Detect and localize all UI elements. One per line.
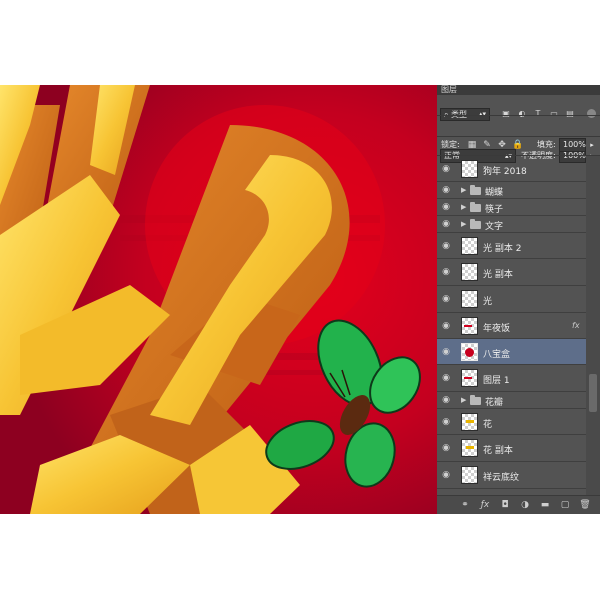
layers-list: ◉ 狗年 2018 ◉ ▶ 蝴蝶 ◉ ▶ 筷子 ◉ ▶ 文字 ◉ 光 副本 2 … — [437, 156, 600, 495]
group-name: 筷子 — [485, 205, 504, 215]
visibility-eye-icon[interactable]: ◉ — [439, 417, 453, 427]
scrollbar-thumb[interactable] — [589, 374, 597, 412]
group-name: 花瓣 — [485, 398, 504, 408]
layers-panel: 图层 ⌕ 类型 ▴▾ ▣ ◐ T ▭ ▤ 正常 ▴▾ 不透明度: 100% ▸ — [437, 85, 600, 514]
visibility-eye-icon[interactable]: ◉ — [439, 267, 453, 277]
layer-row[interactable]: ◉ 年夜饭 fx — [437, 313, 586, 339]
visibility-eye-icon[interactable]: ◉ — [439, 202, 453, 212]
expand-arrow-icon[interactable]: ▶ — [461, 396, 466, 404]
thumb-mark — [466, 420, 474, 423]
layers-scrollbar[interactable] — [586, 156, 600, 495]
visibility-eye-icon[interactable]: ◉ — [439, 395, 453, 405]
visibility-eye-icon[interactable]: ◉ — [439, 321, 453, 331]
lock-position-icon[interactable]: ✥ — [497, 140, 507, 150]
layer-row[interactable]: ◉ 祥云底纹 — [437, 462, 586, 489]
layer-thumbnail — [461, 466, 478, 484]
layer-group-row[interactable]: ◉ ▶ 筷子 — [437, 199, 586, 216]
layer-group-row[interactable]: ◉ ▶ 花瓣 — [437, 392, 586, 409]
layer-name: 图层 1 — [483, 376, 510, 386]
layer-row[interactable]: ◉ 狗年 2018 — [437, 156, 586, 182]
lock-all-icon[interactable]: 🔒 — [512, 140, 523, 150]
document-canvas[interactable] — [0, 85, 437, 514]
layer-thumbnail — [461, 263, 478, 281]
trash-icon[interactable]: 🗑 — [579, 499, 591, 511]
group-name: 蝴蝶 — [485, 188, 504, 198]
layer-thumbnail — [461, 237, 478, 255]
divider — [437, 136, 600, 137]
layer-name: 光 — [483, 297, 493, 307]
layer-name: 狗年 2018 — [483, 167, 527, 177]
visibility-eye-icon[interactable]: ◉ — [439, 373, 453, 383]
thumb-mark — [465, 348, 474, 357]
layer-group-row[interactable]: ◉ ▶ 蝴蝶 — [437, 182, 586, 199]
group-name: 文字 — [485, 222, 504, 232]
lock-transparent-pixels-icon[interactable]: ▦ — [467, 140, 477, 150]
lock-image-pixels-icon[interactable]: ✎ — [482, 140, 492, 150]
visibility-eye-icon[interactable]: ◉ — [439, 164, 453, 174]
fill-dropdown-icon[interactable]: ▸ — [587, 138, 597, 152]
layer-thumbnail — [461, 343, 478, 361]
layer-name: 光 副本 — [483, 270, 513, 280]
layer-row[interactable]: ◉ 花 — [437, 409, 586, 435]
visibility-eye-icon[interactable]: ◉ — [439, 347, 453, 357]
layer-row[interactable]: ◉ 光 副本 2 — [437, 233, 586, 259]
layer-effects-icon[interactable]: fx — [572, 321, 580, 330]
layer-name: 祥云底纹 — [483, 473, 520, 483]
layer-name: 八宝盒 — [483, 350, 511, 360]
layer-row-selected[interactable]: ◉ 八宝盒 — [437, 339, 586, 365]
mask-icon[interactable]: ◘ — [499, 499, 511, 511]
fill-field[interactable]: 100% — [559, 138, 586, 152]
panel-bottom-bar: ⚭ ƒx ◘ ◑ ▬ ▢ 🗑 — [437, 495, 600, 514]
thumb-mark — [466, 446, 474, 449]
filter-row: ⌕ 类型 ▴▾ ▣ ◐ T ▭ ▤ — [437, 95, 600, 121]
visibility-eye-icon[interactable]: ◉ — [439, 219, 453, 229]
group-icon[interactable]: ▬ — [539, 499, 551, 511]
layer-thumbnail — [461, 290, 478, 308]
layer-row[interactable]: ◉ 光 — [437, 286, 586, 313]
photoshop-screenshot: 图层 ⌕ 类型 ▴▾ ▣ ◐ T ▭ ▤ 正常 ▴▾ 不透明度: 100% ▸ — [0, 85, 600, 514]
layer-name: 光 副本 2 — [483, 244, 522, 254]
folder-icon — [470, 185, 481, 195]
layer-name: 年夜饭 — [483, 324, 511, 334]
layer-row[interactable]: ◉ 花 副本 — [437, 435, 586, 462]
panel-tab-bar: 图层 — [437, 85, 600, 95]
layer-row[interactable]: ◉ 光 副本 — [437, 259, 586, 286]
visibility-eye-icon[interactable]: ◉ — [439, 294, 453, 304]
layer-thumbnail — [461, 369, 478, 387]
layers-tab[interactable]: 图层 — [441, 85, 457, 95]
folder-icon — [470, 219, 481, 229]
visibility-eye-icon[interactable]: ◉ — [439, 185, 453, 195]
layer-thumbnail — [461, 160, 478, 178]
visibility-eye-icon[interactable]: ◉ — [439, 470, 453, 480]
expand-arrow-icon[interactable]: ▶ — [461, 186, 466, 194]
layer-group-row[interactable]: ◉ ▶ 文字 — [437, 216, 586, 233]
link-icon[interactable]: ⚭ — [459, 499, 471, 511]
layer-thumbnail — [461, 317, 478, 335]
blend-row: 正常 ▴▾ 不透明度: 100% ▸ — [437, 116, 600, 163]
lock-label: 锁定: — [441, 140, 460, 149]
visibility-eye-icon[interactable]: ◉ — [439, 241, 453, 251]
new-layer-icon[interactable]: ▢ — [559, 499, 571, 511]
expand-arrow-icon[interactable]: ▶ — [461, 220, 466, 228]
thumb-mark — [464, 377, 472, 379]
layer-thumbnail — [461, 413, 478, 431]
layer-name: 花 副本 — [483, 446, 513, 456]
thumb-mark — [464, 325, 472, 327]
artwork — [0, 85, 437, 514]
fill-label: 填充: — [537, 140, 556, 149]
fx-icon[interactable]: ƒx — [479, 499, 491, 511]
folder-icon — [470, 395, 481, 405]
layer-row[interactable]: ◉ 图层 1 — [437, 365, 586, 392]
folder-icon — [470, 202, 481, 212]
adjustment-icon[interactable]: ◑ — [519, 499, 531, 511]
layer-thumbnail — [461, 439, 478, 457]
layer-name: 花 — [483, 420, 493, 430]
expand-arrow-icon[interactable]: ▶ — [461, 203, 466, 211]
visibility-eye-icon[interactable]: ◉ — [439, 443, 453, 453]
